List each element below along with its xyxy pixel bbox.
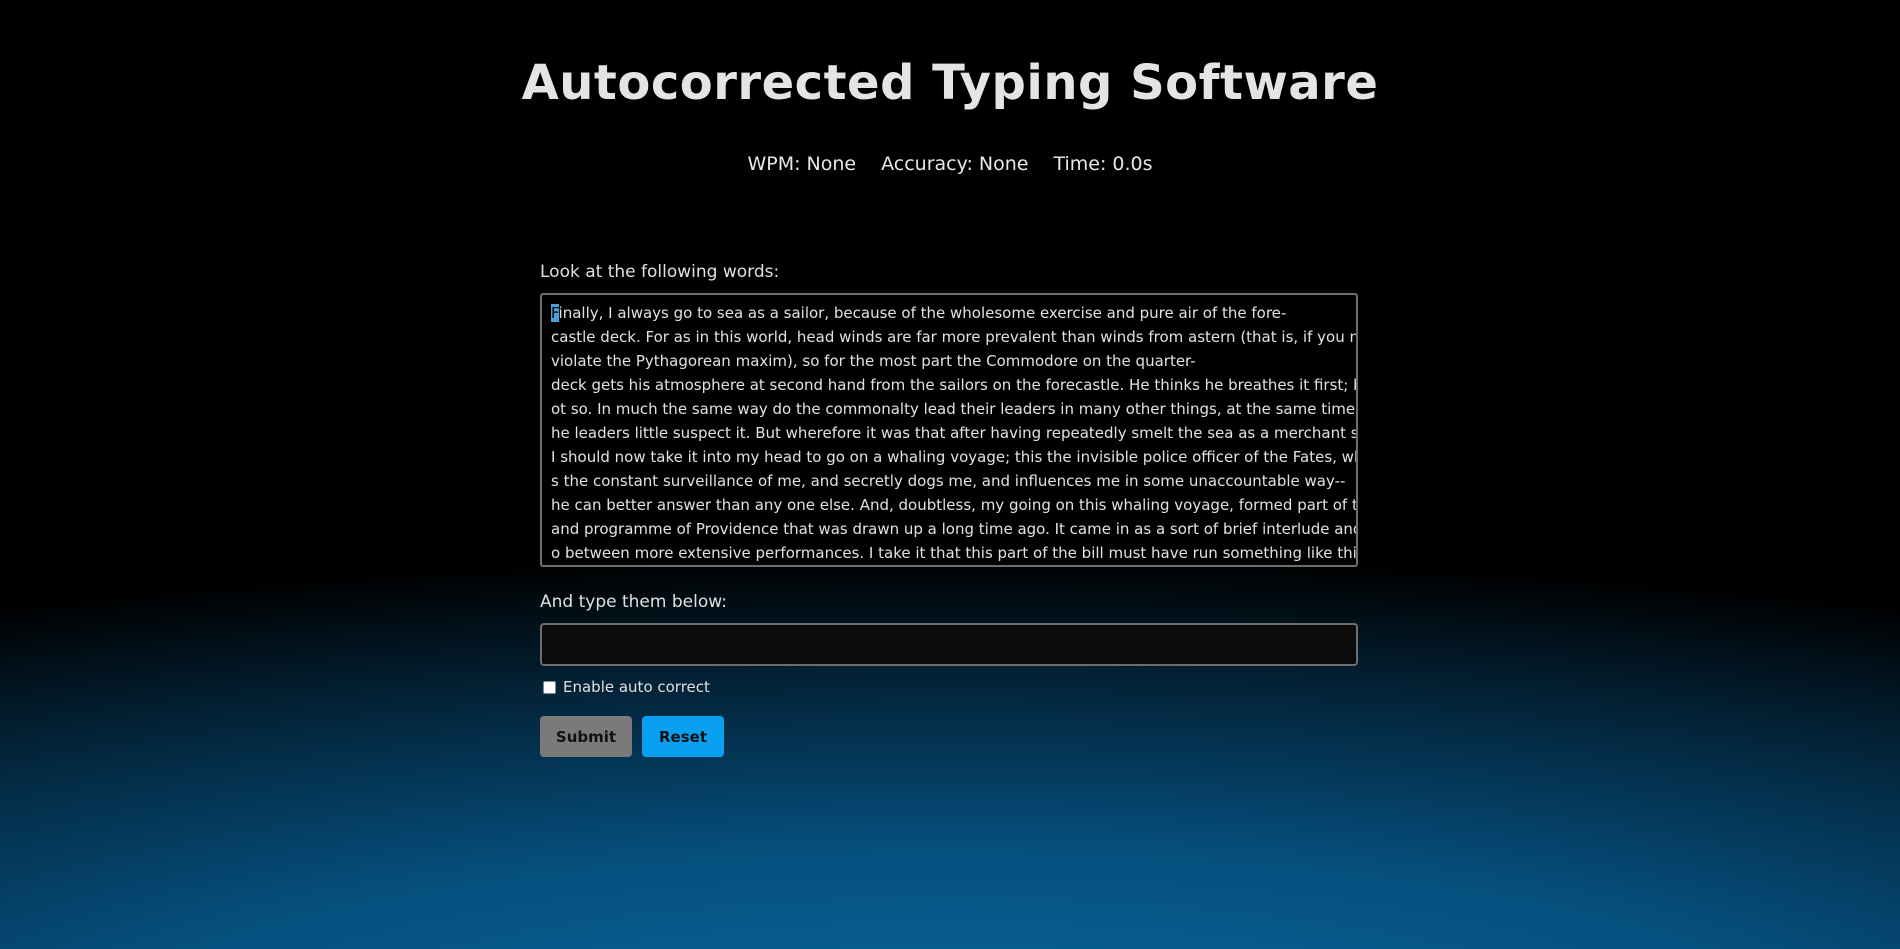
passage-line: deck gets his atmosphere at second hand … — [551, 376, 1358, 394]
page-title: Autocorrected Typing Software — [521, 55, 1379, 111]
time-stat: Time: 0.0s — [1053, 153, 1152, 175]
passage-box: Finally, I always go to sea as a sailor,… — [540, 293, 1358, 567]
type-label: And type them below: — [540, 592, 727, 612]
autocorrect-toggle[interactable]: Enable auto correct — [543, 678, 710, 696]
passage-line: I should now take it into my head to go … — [551, 448, 1358, 466]
passage-line-text: inally, I always go to sea as a sailor, … — [558, 304, 1287, 322]
accuracy-stat: Accuracy: None — [881, 153, 1028, 175]
passage-line: castle deck. For as in this world, head … — [551, 328, 1358, 346]
time-text: Time: 0.0s — [1053, 153, 1153, 175]
passage-line: violate the Pythagorean maxim), so for t… — [551, 352, 1196, 370]
wpm-text: WPM: None — [747, 153, 857, 175]
stats-bar: WPM: None Accuracy: None Time: 0.0s — [0, 153, 1900, 175]
passage-line: o between more extensive performances. I… — [551, 544, 1358, 562]
passage-line: and programme of Providence that was dra… — [551, 520, 1358, 538]
passage-line: s the constant surveillance of me, and s… — [551, 472, 1346, 490]
passage-label: Look at the following words: — [540, 262, 780, 282]
reset-button[interactable]: Reset — [642, 716, 724, 757]
passage-line: Finally, I always go to sea as a sailor,… — [551, 301, 1348, 325]
current-char-cursor: F — [551, 304, 559, 322]
wpm-stat: WPM: None — [747, 153, 856, 175]
autocorrect-checkbox[interactable] — [543, 680, 556, 694]
typing-input[interactable] — [540, 623, 1358, 666]
passage-line: ot so. In much the same way do the commo… — [551, 400, 1358, 418]
autocorrect-label: Enable auto correct — [563, 678, 710, 696]
passage-line: he can better answer than any one else. … — [551, 496, 1358, 514]
submit-button[interactable]: Submit — [540, 716, 632, 757]
passage-line: he leaders little suspect it. But wheref… — [551, 424, 1358, 442]
typing-app: Autocorrected Typing Software WPM: None … — [0, 0, 1900, 949]
accuracy-text: Accuracy: None — [881, 153, 1029, 175]
